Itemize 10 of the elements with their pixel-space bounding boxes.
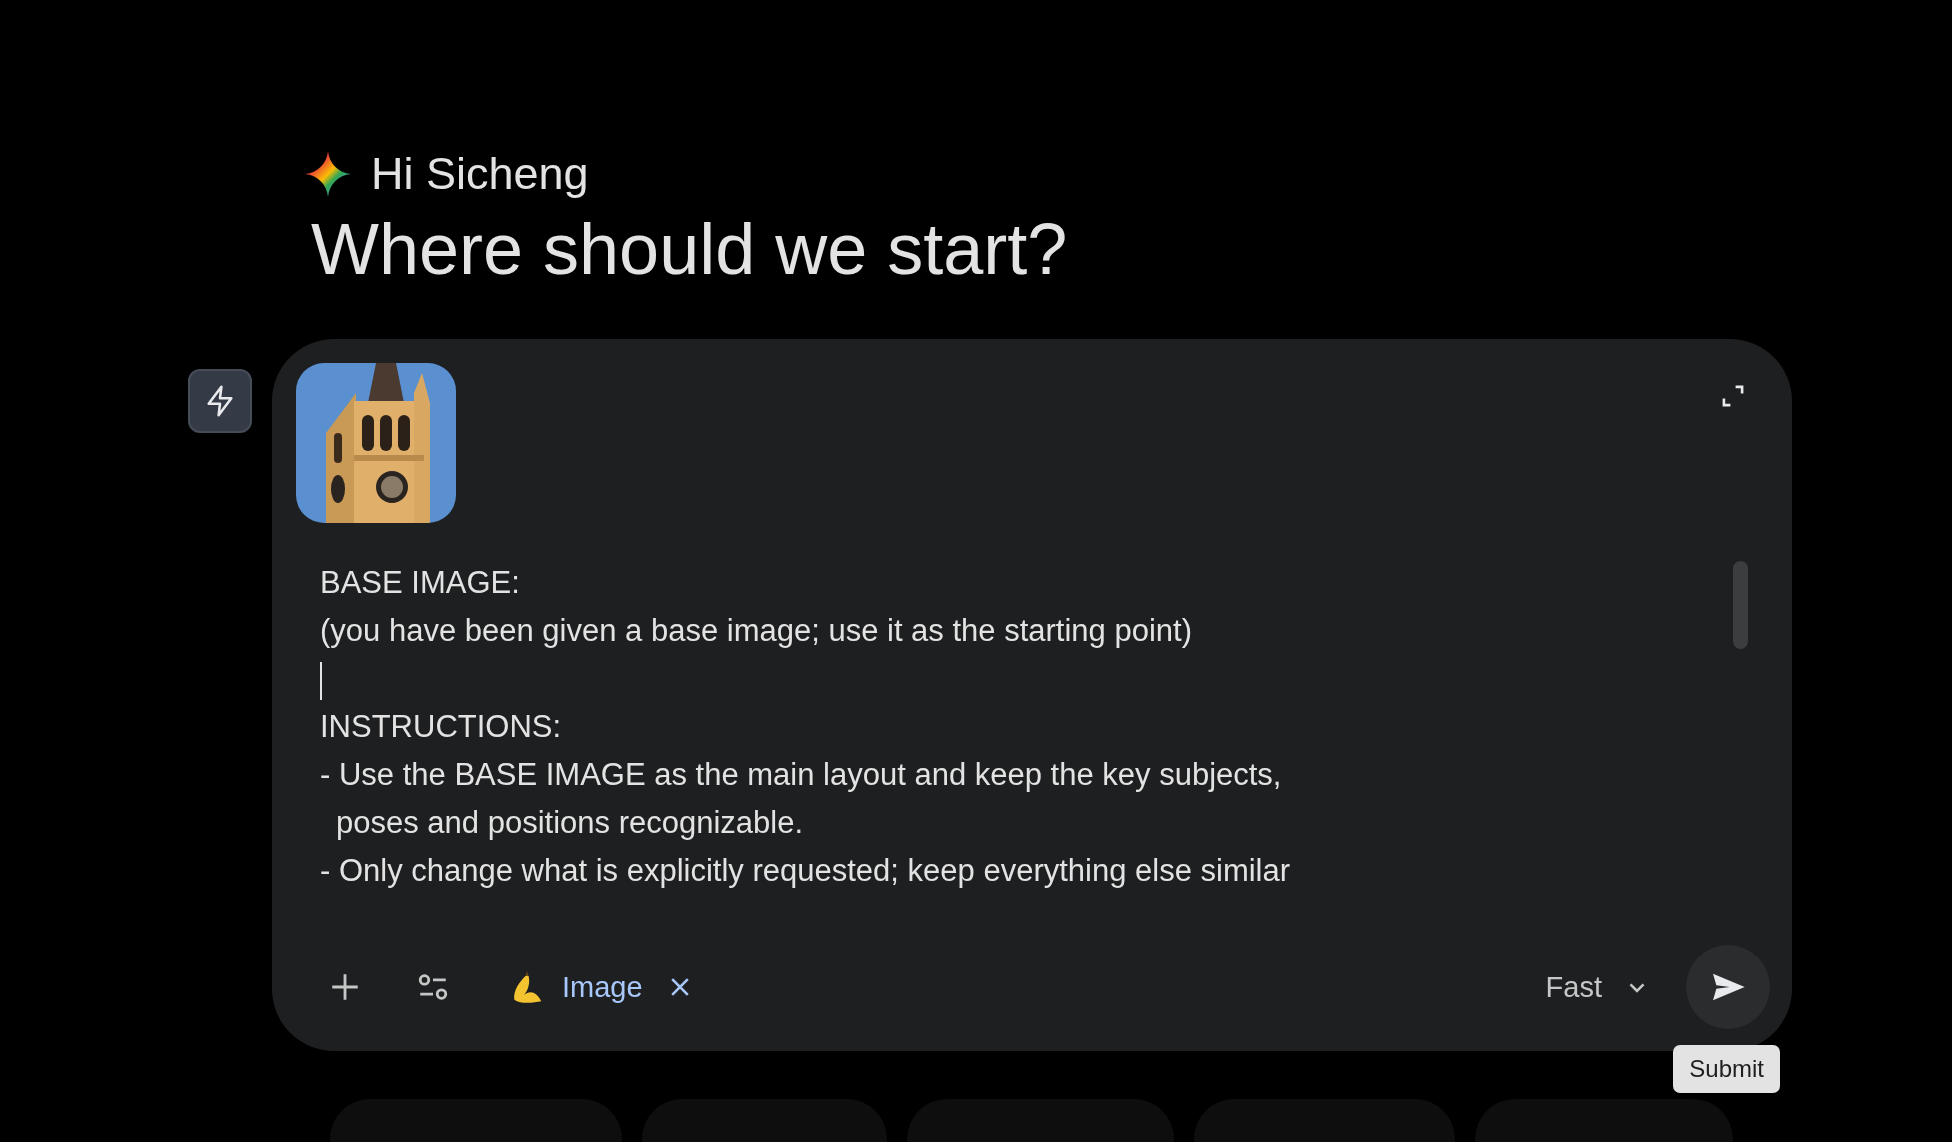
headline: Where should we start? bbox=[311, 210, 1069, 290]
mode-dropdown[interactable]: Fast bbox=[1533, 962, 1662, 1012]
submit-tooltip: Submit bbox=[1673, 1045, 1780, 1094]
greeting: Hi Sicheng bbox=[371, 148, 589, 200]
prompt-input[interactable]: BASE IMAGE: (you have been given a base image; use it as the starting point) INSTRUCTIONS: - Use the BASE IMAGE as the main layout and keep the key subjects, poses and positions recognizable. - Only change what is explicitly requested; keep everything else similar bbox=[296, 559, 1520, 920]
image-tool-chip[interactable]: Image bbox=[508, 968, 693, 1007]
sparkle-icon bbox=[305, 151, 351, 197]
scrollbar[interactable] bbox=[1733, 561, 1748, 650]
image-tool-label: Image bbox=[562, 970, 643, 1004]
lightning-button[interactable] bbox=[188, 369, 252, 434]
